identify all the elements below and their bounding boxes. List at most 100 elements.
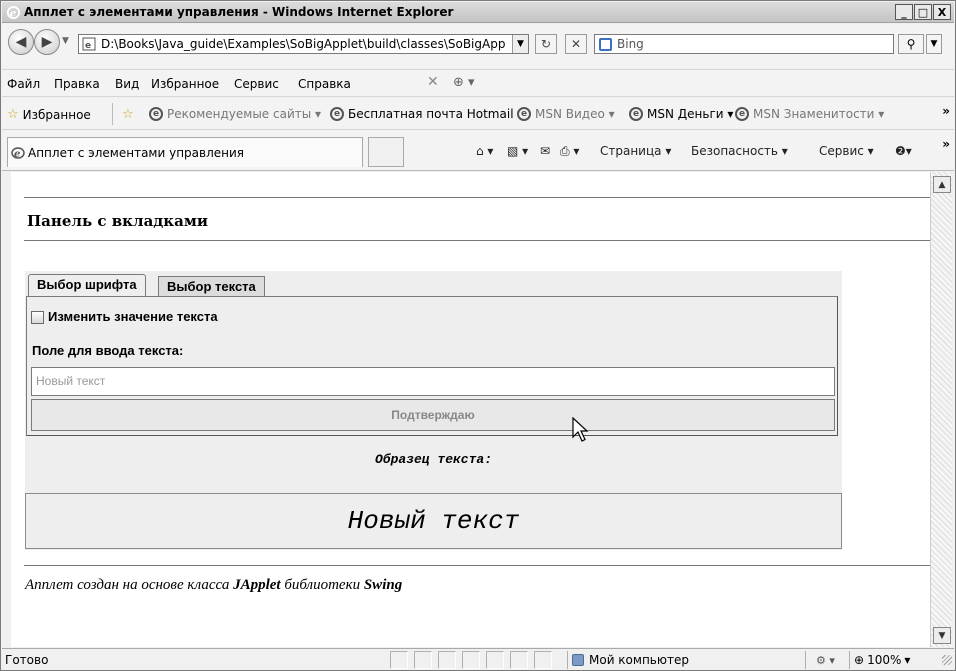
sample-label: Образец текста: bbox=[374, 452, 493, 467]
favorite-link-label: MSN Видео ▾ bbox=[535, 107, 615, 121]
sample-text-display: Новый текст bbox=[25, 493, 842, 549]
add-favorite-button[interactable]: ☆ bbox=[122, 107, 134, 122]
ie-page-icon: e bbox=[629, 107, 643, 121]
back-arrow-icon: ◀ bbox=[15, 34, 27, 50]
footer-note-prefix: Апплет создан на основе класса bbox=[25, 577, 234, 593]
help-icon: ❷▾ bbox=[895, 144, 912, 158]
footer-note-middle: библиотеки bbox=[280, 577, 364, 593]
change-text-checkbox[interactable] bbox=[31, 311, 44, 324]
bing-icon bbox=[599, 38, 612, 51]
history-dropdown-icon[interactable]: ▼ bbox=[62, 36, 69, 46]
favorites-button[interactable]: ☆ Избранное bbox=[7, 107, 91, 122]
stop-icon: ✕ bbox=[570, 37, 582, 51]
menu-favorites[interactable]: Избранное bbox=[151, 77, 219, 91]
status-cell bbox=[534, 651, 552, 669]
menu-bar: Файл Правка Вид Избранное Сервис Справка… bbox=[2, 69, 954, 97]
browser-tab[interactable]: e Апплет с элементами управления bbox=[7, 137, 363, 167]
scroll-down-button[interactable]: ▼ bbox=[933, 627, 951, 644]
window-title: Апплет с элементами управления - Windows… bbox=[24, 5, 454, 19]
resize-grip[interactable] bbox=[942, 655, 952, 665]
security-menu[interactable]: Безопасность ▾ bbox=[691, 144, 788, 158]
rss-icon: ▧ ▾ bbox=[507, 144, 529, 158]
search-input[interactable]: Bing bbox=[594, 34, 894, 54]
back-button[interactable]: ◀ bbox=[8, 29, 34, 55]
zoom-level: 100% bbox=[867, 653, 902, 667]
favorite-link-msn-video[interactable]: e MSN Видео ▾ bbox=[517, 107, 615, 121]
refresh-button[interactable]: ↻ bbox=[535, 34, 557, 54]
protected-mode-button[interactable]: ⚙ ▾ bbox=[805, 651, 845, 669]
favorite-link-suggested[interactable]: e Рекомендуемые сайты ▾ bbox=[149, 107, 321, 121]
menu-tools[interactable]: Сервис bbox=[234, 77, 279, 91]
favorite-link-msn-money[interactable]: e MSN Деньги ▾ bbox=[629, 107, 733, 121]
navigation-bar: ◀ ▶ ▼ e D:\Books\Java_guide\Examples\SoB… bbox=[2, 24, 954, 68]
computer-icon bbox=[572, 654, 584, 666]
status-cell bbox=[414, 651, 432, 669]
checkbox-label[interactable]: Изменить значение текста bbox=[48, 309, 218, 324]
stop-button[interactable]: ✕ bbox=[565, 34, 587, 54]
svg-text:e: e bbox=[85, 41, 91, 51]
address-dropdown-icon[interactable]: ▼ bbox=[512, 35, 528, 53]
title-bar[interactable]: e Апплет с элементами управления - Windo… bbox=[2, 2, 954, 23]
commands-overflow-button[interactable]: » bbox=[942, 137, 950, 151]
favorite-link-label: Рекомендуемые сайты ▾ bbox=[167, 107, 322, 121]
address-url[interactable]: D:\Books\Java_guide\Examples\SoBigApplet… bbox=[101, 37, 509, 51]
favorite-link-msn-celebs[interactable]: e MSN Знаменитости ▾ bbox=[735, 107, 884, 121]
status-text: Готово bbox=[5, 653, 49, 667]
vertical-scrollbar[interactable]: ▲ ▼ bbox=[930, 172, 952, 647]
menu-edit[interactable]: Правка bbox=[54, 77, 100, 91]
ie-logo-icon: e bbox=[6, 5, 21, 19]
scroll-up-button[interactable]: ▲ bbox=[933, 176, 951, 193]
address-bar[interactable]: e D:\Books\Java_guide\Examples\SoBigAppl… bbox=[78, 34, 529, 54]
mouse-cursor-icon bbox=[572, 417, 589, 442]
page-menu[interactable]: Страница ▾ bbox=[600, 144, 671, 158]
menu-file[interactable]: Файл bbox=[7, 77, 40, 91]
favorites-overflow-button[interactable]: » bbox=[942, 104, 950, 118]
mail-icon: ✉ bbox=[540, 144, 551, 158]
status-cell bbox=[462, 651, 480, 669]
tab-title: Апплет с элементами управления bbox=[28, 146, 245, 160]
footer-note-class: JApplet bbox=[233, 577, 281, 593]
tab-text-choice[interactable]: Выбор текста bbox=[158, 276, 265, 296]
new-tab-button[interactable] bbox=[368, 137, 404, 167]
search-placeholder: Bing bbox=[617, 37, 644, 51]
favorite-link-label: Бесплатная почта Hotmail bbox=[348, 107, 514, 121]
command-bar: e Апплет с элементами управления ⌂ ▾ ▧ ▾… bbox=[2, 131, 954, 171]
page-icon: e bbox=[82, 37, 96, 51]
mail-button[interactable]: ✉ bbox=[540, 144, 550, 158]
page-content: Панель с вкладками Выбор шрифта Выбор те… bbox=[11, 172, 930, 647]
menu-help[interactable]: Справка bbox=[298, 77, 351, 91]
tab-font-choice[interactable]: Выбор шрифта bbox=[28, 274, 146, 296]
close-menu-icon[interactable]: ✕ bbox=[427, 74, 439, 90]
help-button[interactable]: ❷▾ bbox=[895, 144, 912, 158]
feeds-button[interactable]: ▧ ▾ bbox=[507, 144, 528, 158]
home-icon: ⌂ ▾ bbox=[476, 144, 494, 158]
svg-text:e: e bbox=[10, 7, 17, 19]
ie-page-icon: e bbox=[735, 107, 749, 121]
star-icon: ☆ bbox=[7, 107, 19, 122]
search-button[interactable]: ⚲ bbox=[898, 34, 924, 54]
print-button[interactable]: ⎙ ▾ bbox=[560, 144, 579, 159]
forward-button[interactable]: ▶ bbox=[34, 29, 60, 55]
text-input-field[interactable]: Новый текст bbox=[31, 367, 835, 396]
tools-menu[interactable]: Сервис ▾ bbox=[819, 144, 874, 158]
favorite-link-label: MSN Знаменитости ▾ bbox=[753, 107, 885, 121]
confirm-button[interactable]: Подтверждаю bbox=[31, 399, 835, 431]
zoom-control[interactable]: ⊕ 100% ▾ bbox=[849, 651, 939, 669]
search-icon: ⚲ bbox=[906, 37, 916, 51]
security-zone[interactable]: Мой компьютер bbox=[567, 651, 800, 669]
forward-arrow-icon: ▶ bbox=[41, 34, 53, 50]
sample-text: Новый текст bbox=[347, 506, 520, 536]
home-button[interactable]: ⌂ ▾ bbox=[476, 144, 493, 158]
favorite-link-hotmail[interactable]: e Бесплатная почта Hotmail bbox=[330, 107, 514, 121]
search-options-dropdown[interactable]: ▼ bbox=[926, 34, 942, 54]
menu-view[interactable]: Вид bbox=[115, 77, 139, 91]
minimize-button[interactable]: _ bbox=[895, 4, 913, 20]
maximize-button[interactable]: □ bbox=[914, 4, 932, 20]
translate-icon[interactable]: ⊕ ▾ bbox=[453, 75, 475, 90]
printer-icon: ⎙ ▾ bbox=[560, 144, 580, 158]
browser-window: e Апплет с элементами управления - Windo… bbox=[0, 0, 956, 671]
favorites-label: Избранное bbox=[22, 107, 91, 122]
page-heading: Панель с вкладками bbox=[27, 212, 208, 230]
close-button[interactable]: X bbox=[933, 4, 951, 20]
status-cell bbox=[510, 651, 528, 669]
